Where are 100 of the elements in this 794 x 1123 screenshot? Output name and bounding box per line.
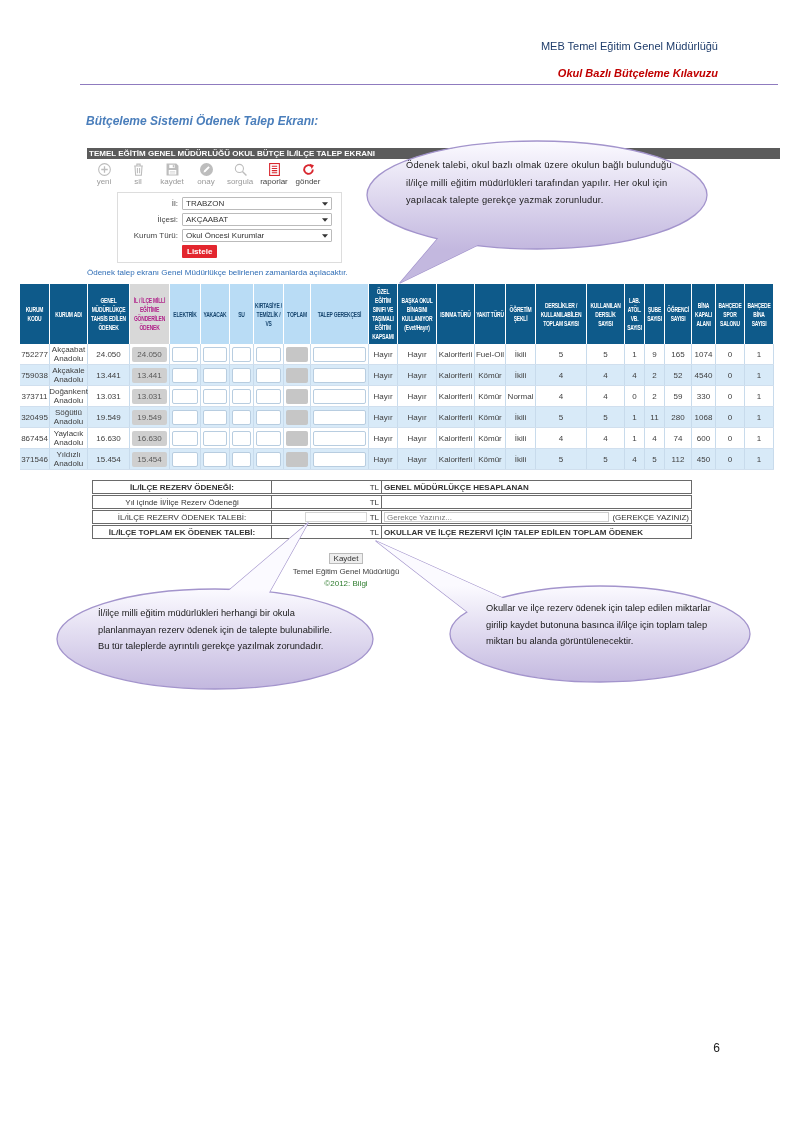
column-header: BAHÇEDE SPOR SALONU [716,284,745,344]
column-header: ÖĞRETİM ŞEKLİ [506,284,536,344]
table-cell: Kaloriferli [437,449,475,469]
toolbar-button[interactable]: raporlar [257,163,291,186]
input-field[interactable] [203,430,227,446]
table-cell: 4 [625,449,645,469]
input-field[interactable] [203,346,227,362]
total-field [286,451,308,467]
input-field[interactable] [313,451,366,467]
input-field[interactable] [232,409,251,425]
table-cell: GENEL MÜDÜRLÜKÇE HESAPLANAN [382,480,692,494]
input-field[interactable] [313,430,366,446]
table-cell: 1 [625,407,645,427]
table-cell: Normal [506,386,536,406]
column-header: ŞUBE SAYISI [645,284,665,344]
input-field[interactable] [232,430,251,446]
table-cell: 5 [645,449,665,469]
amount-field: 13.031 [132,388,167,404]
amount-field: 16.630 [132,430,167,446]
input-field[interactable] [172,346,198,362]
table-cell: Kaloriferli [437,344,475,364]
table-cell: Kömür [475,449,506,469]
input-field[interactable] [232,367,251,383]
table-cell: 4 [536,386,587,406]
total-field [286,367,308,383]
input-field[interactable] [203,388,227,404]
table-cell: 4 [645,428,665,448]
table-cell: 24.050 [88,344,130,364]
input-field[interactable] [232,346,251,362]
table-cell: 1074 [692,344,716,364]
callout-text: Ödenek talebi, okul bazlı olmak üzere okulun bağlı bulunduğu il/ilçe milli eğitim müdürlükleri tarafından yapılır. Her okul için yapılacak talepte gerekçe yazmak zorunludur. [406,159,673,207]
input-field[interactable] [203,451,227,467]
input-field[interactable] [232,388,251,404]
dropdown-field[interactable]: Okul Öncesi Kurumlar [182,229,332,242]
input-field[interactable] [313,346,366,362]
table-cell: 5 [587,344,625,364]
column-header: BAŞKA OKUL BİNASINI KULLANIYOR (Evet/Hayır) [398,284,437,344]
field-label: İlçesi: [156,215,178,224]
input-field[interactable] [203,409,227,425]
input-field[interactable] [313,409,366,425]
input-field[interactable] [172,430,198,446]
input-field[interactable] [172,451,198,467]
input-field[interactable] [172,409,198,425]
dropdown-field[interactable]: AKÇAABAT [182,213,332,226]
input-field[interactable] [256,346,281,362]
table-cell: 330 [692,386,716,406]
column-header: ÖZEL EĞİTİM SINIFI VE TAŞIMALI EĞİTİM KAPSAMI [369,284,398,344]
reason-field[interactable]: Gerekçe Yazınız... [384,512,610,522]
amount-field: 19.549 [132,409,167,425]
input-field[interactable] [313,388,366,404]
table-cell: 752277 [20,344,50,364]
total-field [286,430,308,446]
table-cell: Kömür [475,365,506,385]
input-field[interactable] [172,367,198,383]
table-cell: İkili [506,344,536,364]
column-header: ÖĞRENCİ SAYISI [665,284,692,344]
search-icon [233,163,247,176]
input-field[interactable] [256,367,281,383]
table-cell: Kömür [475,407,506,427]
table-cell: İkili [506,407,536,427]
toolbar-button[interactable]: gönder [291,163,325,186]
table-cell: 0 [625,386,645,406]
input-field[interactable] [256,409,281,425]
input-field[interactable] [232,451,251,467]
table-cell: 1 [745,344,774,364]
amount-field: 15.454 [132,451,167,467]
table-cell: Kaloriferli [437,386,475,406]
copyright-text: ©2012: Bilgi [324,579,368,588]
table-cell: 5 [587,407,625,427]
table-cell: 165 [665,344,692,364]
input-field[interactable] [256,430,281,446]
total-field [286,388,308,404]
callout-text: Okullar ve ilçe rezerv ödenek için talep edilen miktarlar girilip kaydet butonuna basınca il/ilçe için toplam talep miktarı bu alanda görüntülenecektir. [486,602,712,649]
input-field[interactable] [172,388,198,404]
trash-icon [131,163,145,176]
table-cell: 59 [665,386,692,406]
input-field[interactable] [203,367,227,383]
dropdown-field[interactable]: TRABZON [182,197,332,210]
input-field[interactable] [313,367,366,383]
table-cell: 280 [665,407,692,427]
total-field [286,409,308,425]
currency-label: TL [369,512,379,522]
table-cell: Kaloriferli [437,407,475,427]
table-cell: Kömür [475,386,506,406]
table-cell: İL/İLÇE TOPLAM EK ÖDENEK TALEBİ: [92,525,272,539]
list-button[interactable]: Listele [182,245,218,258]
save-button[interactable]: Kaydet [328,553,364,564]
table-cell: İL/İLÇE REZERV ÖDENEĞİ: [92,480,272,494]
hint-text: (GEREKÇE YAZINIZ) [612,512,689,522]
table-cell: 5 [536,407,587,427]
table-cell: 1 [745,407,774,427]
column-header: ELEKTRİK [170,284,201,344]
amount-input-field[interactable] [304,512,367,522]
table-cell: 1 [745,428,774,448]
input-field[interactable] [256,388,281,404]
table-cell: 4 [625,365,645,385]
input-field[interactable] [256,451,281,467]
table-cell: 759038 [20,365,50,385]
currency-label: TL [369,497,379,507]
refresh-icon [301,163,315,176]
